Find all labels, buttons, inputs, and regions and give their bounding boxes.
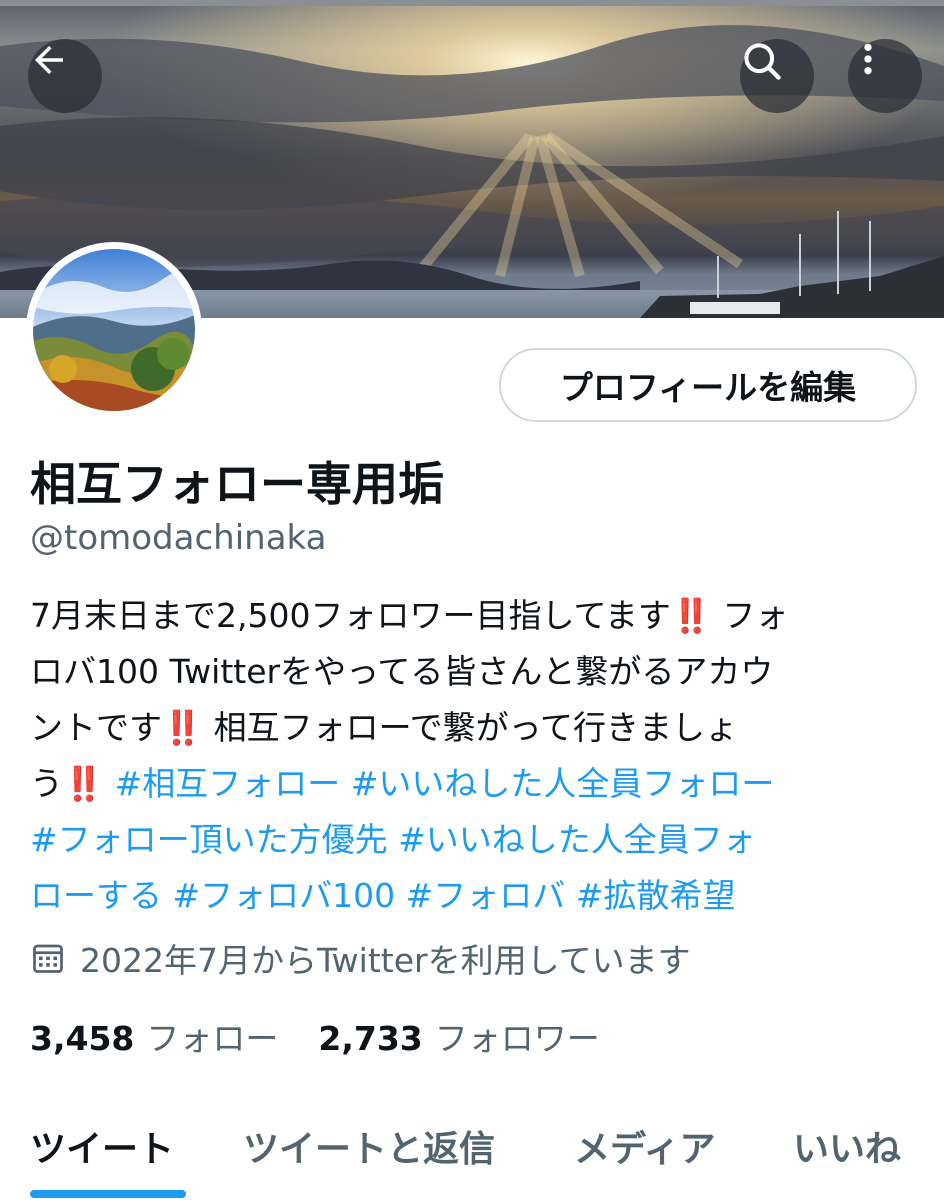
bio-line: #フォロー頂いた方優先 #いいねした人全員フォ xyxy=(30,812,914,868)
profile-handle: @tomodachinaka xyxy=(30,518,327,558)
followers-label: フォロワー xyxy=(434,1019,600,1058)
tab-likes[interactable]: いいね xyxy=(793,1120,901,1172)
joined-date: 2022年7月からTwitterを利用しています xyxy=(30,934,691,982)
more-vertical-icon xyxy=(864,43,872,75)
tab-tweets[interactable]: ツイート xyxy=(30,1120,174,1172)
bio-text: ントです xyxy=(30,708,162,747)
following-label: フォロー xyxy=(146,1019,279,1058)
bio-text: フォ xyxy=(722,596,789,635)
double-exclamation-emoji: ‼️ xyxy=(670,596,712,635)
arrow-left-icon xyxy=(35,46,63,74)
bio-text: 7月末日まで2,500フォロワー目指してます xyxy=(30,596,671,635)
hashtag-link[interactable]: #相互フォロー xyxy=(115,764,341,803)
search-button[interactable] xyxy=(740,39,814,113)
edit-profile-button[interactable]: プロフィールを編集 xyxy=(499,348,917,422)
bio-text: う xyxy=(30,764,63,803)
bio-text: 相互フォローで繋がって行きましょ xyxy=(203,708,738,747)
search-icon xyxy=(744,43,781,80)
hashtag-link[interactable]: #いいねした人全員フォロー xyxy=(351,764,775,803)
followers-link[interactable]: 2,733 フォロワー xyxy=(318,1012,599,1060)
bio-text: ロバ100 Twitterをやってる皆さんと繋がるアカウ xyxy=(30,652,774,691)
more-options-button[interactable] xyxy=(848,39,922,113)
double-exclamation-emoji: ‼️ xyxy=(162,708,204,747)
following-count: 3,458 xyxy=(30,1019,135,1058)
hashtag-link[interactable]: #フォロバ100 xyxy=(173,876,396,915)
hashtag-link[interactable]: #フォロバ xyxy=(406,876,566,915)
active-tab-indicator xyxy=(30,1190,186,1198)
calendar-icon xyxy=(33,944,63,973)
joined-text: 2022年7月からTwitterを利用しています xyxy=(80,941,691,980)
bio-line: ントです‼️ 相互フォローで繋がって行きましょ xyxy=(30,700,914,756)
tab-tweets-and-replies[interactable]: ツイートと返信 xyxy=(243,1120,495,1172)
following-link[interactable]: 3,458 フォロー xyxy=(30,1012,278,1060)
hashtag-link[interactable]: #いいねした人全員フォ xyxy=(398,820,756,859)
follow-stats: 3,458 フォロー 2,733 フォロワー xyxy=(30,1012,640,1060)
bio-line: 7月末日まで2,500フォロワー目指してます‼️ フォ xyxy=(30,588,914,644)
profile-name: 相互フォロー専用垢 xyxy=(30,457,444,511)
bio-line: ロバ100 Twitterをやってる皆さんと繋がるアカウ xyxy=(30,644,914,700)
bio-line: ローする #フォロバ100 #フォロバ #拡散希望 xyxy=(30,868,914,924)
followers-count: 2,733 xyxy=(318,1019,423,1058)
bio-line: う‼️ #相互フォロー #いいねした人全員フォロー xyxy=(30,756,914,812)
back-button[interactable] xyxy=(28,39,102,113)
avatar[interactable] xyxy=(26,242,202,418)
double-exclamation-emoji: ‼️ xyxy=(63,764,105,803)
hashtag-link[interactable]: #フォロー頂いた方優先 xyxy=(30,820,388,859)
tab-media[interactable]: メディア xyxy=(574,1120,715,1172)
hashtag-link[interactable]: ローする xyxy=(30,876,162,915)
hashtag-link[interactable]: #拡散希望 xyxy=(576,876,736,915)
avatar-image xyxy=(33,249,195,411)
profile-tabs: ツイート ツイートと返信 メディア いいね xyxy=(0,1112,944,1200)
profile-bio: 7月末日まで2,500フォロワー目指してます‼️ フォ ロバ100 Twitte… xyxy=(30,588,914,924)
